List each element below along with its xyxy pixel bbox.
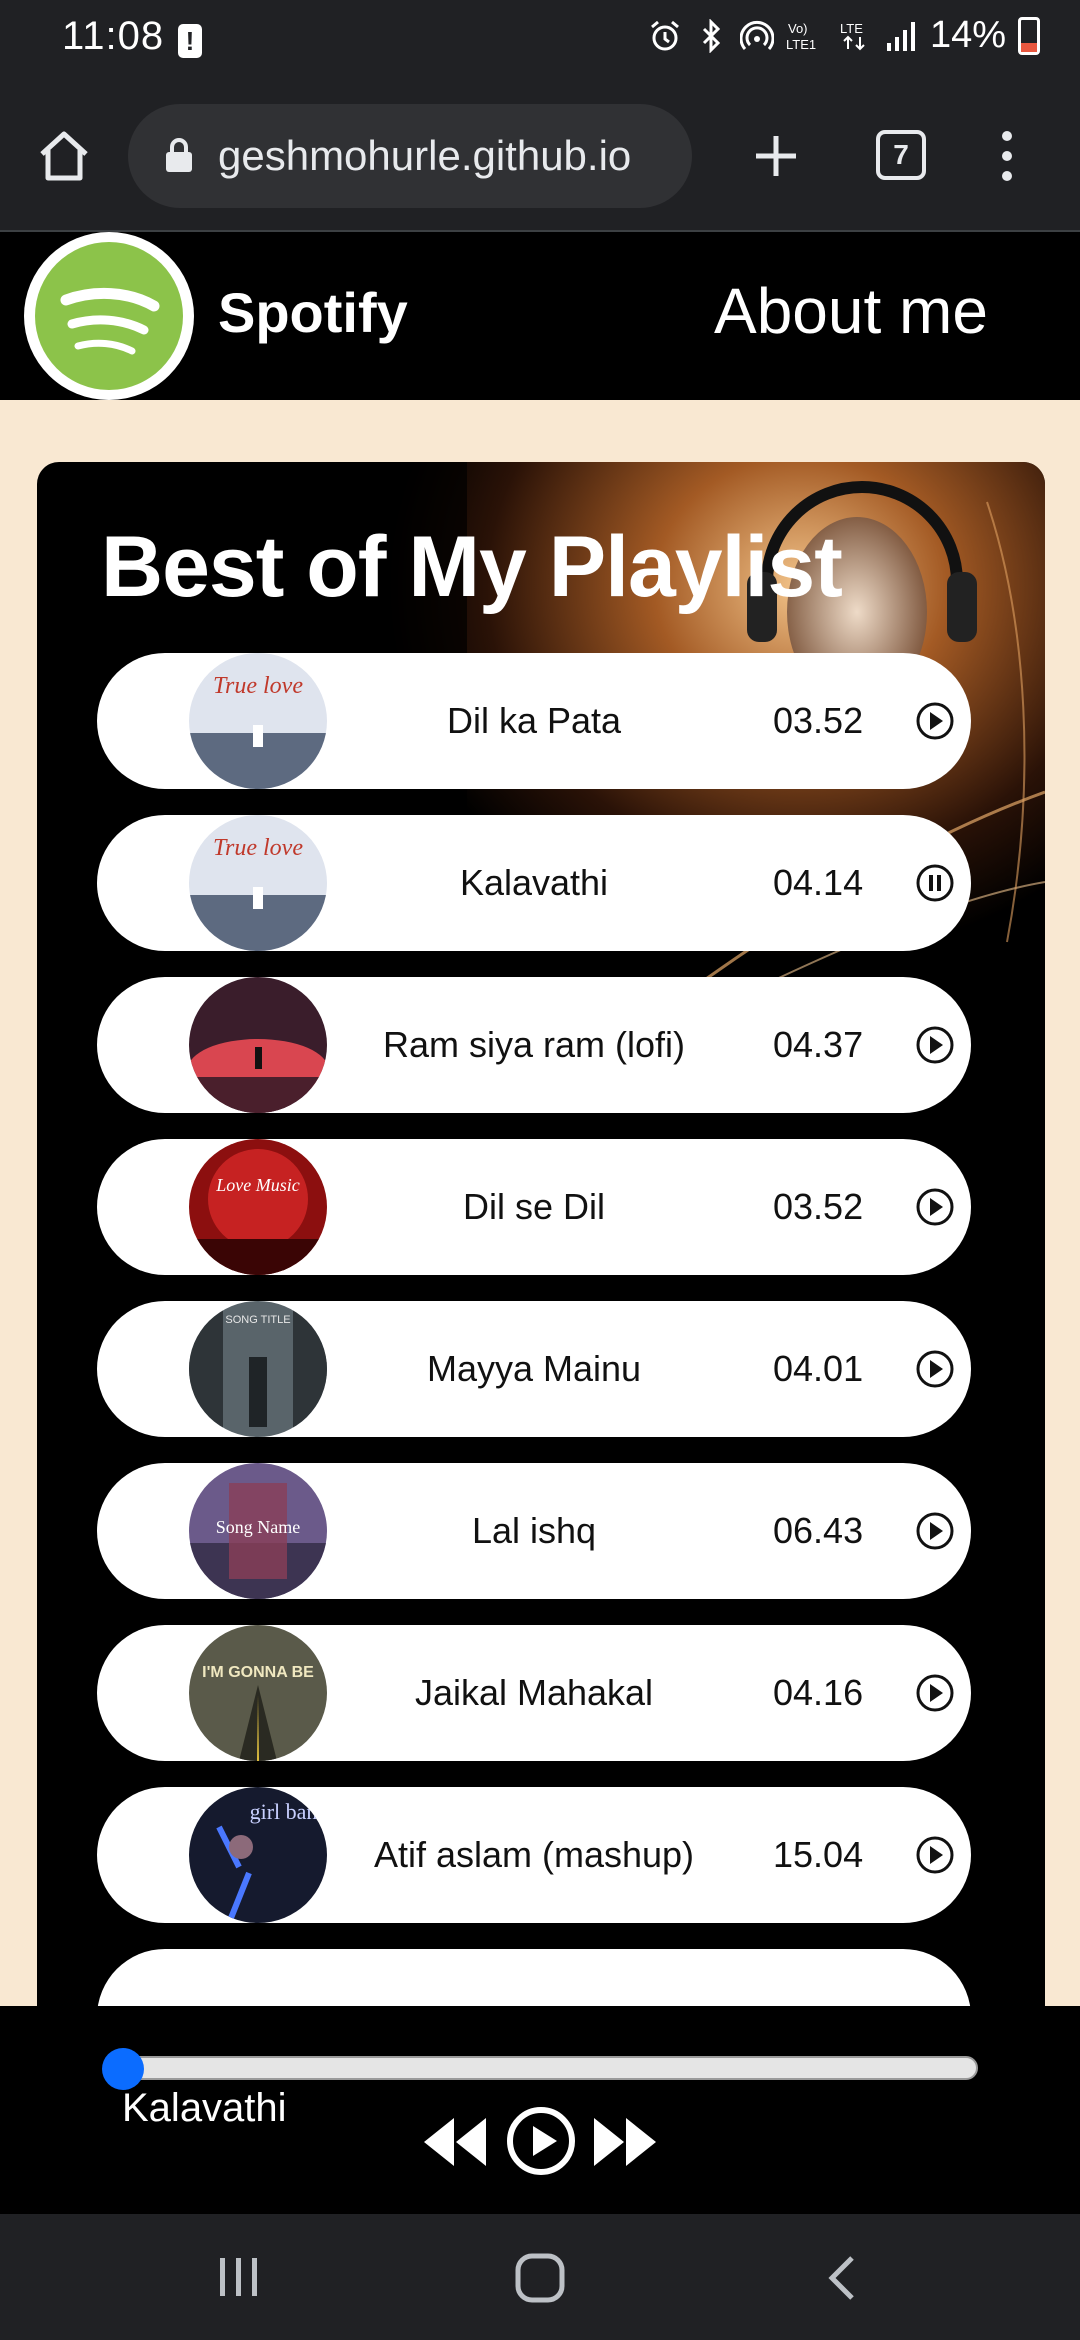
bluetooth-icon	[702, 18, 721, 53]
song-duration: 04.14	[773, 862, 864, 903]
song-row-partial[interactable]	[97, 1949, 971, 2006]
album-text: Love Music	[215, 1175, 299, 1195]
song-duration: 03.52	[773, 1186, 864, 1227]
battery-icon	[1018, 16, 1040, 55]
song-row[interactable]: True love Kalavathi 04.14	[97, 815, 971, 951]
site-header: Spotify About me	[0, 232, 1080, 400]
address-bar[interactable]: geshmohurle.github.io	[128, 104, 692, 208]
browser-toolbar: geshmohurle.github.io 7	[0, 80, 1080, 232]
song-name: Dil ka Pata	[446, 700, 622, 741]
next-icon[interactable]	[590, 2112, 660, 2172]
song-name: Kalavathi	[459, 862, 609, 903]
url-text: geshmohurle.github.io	[218, 132, 632, 179]
battery-percent: 14%	[929, 14, 1006, 56]
album-text: True love	[213, 835, 303, 861]
play-circle-icon[interactable]	[915, 1511, 955, 1551]
album-art: Song Name	[189, 1463, 327, 1599]
svg-text:Vo): Vo)	[788, 21, 808, 36]
album-text: Song Name	[216, 1517, 301, 1537]
song-name: Ram siya ram (lofi)	[382, 1024, 686, 1065]
play-circle-icon[interactable]	[506, 2106, 576, 2176]
screen: 11:08 ! Vo) LTE1 LTE 14% geshmohurle.gith…	[0, 0, 1080, 2340]
album-text: girl band	[250, 1799, 327, 1824]
now-playing-title: Kalavathi	[122, 2086, 287, 2130]
song-name: Dil se Dil	[462, 1186, 605, 1227]
album-text: True love	[213, 673, 303, 699]
lte-icon: LTE	[840, 21, 865, 50]
song-duration: 06.43	[773, 1510, 864, 1551]
song-row[interactable]: True love Dil ka Pata 03.52	[97, 653, 971, 789]
alert-icon: !	[178, 24, 202, 58]
volte-icon: Vo)LTE1	[786, 21, 816, 52]
album-art: True love	[189, 653, 327, 789]
song-row[interactable]: SONG TITLE Mayya Mainu 04.01	[97, 1301, 971, 1437]
system-nav-bar	[0, 2214, 1080, 2340]
play-circle-icon[interactable]	[915, 1025, 955, 1065]
song-row[interactable]: Love Music Dil se Dil 03.52	[97, 1139, 971, 1275]
play-circle-icon[interactable]	[915, 1187, 955, 1227]
progress-thumb[interactable]	[102, 2048, 144, 2090]
song-row[interactable]: Song Name Lal ishq 06.43	[97, 1463, 971, 1599]
spotify-logo-icon	[35, 242, 183, 390]
song-duration: 03.52	[773, 700, 864, 741]
album-art: Love Music	[189, 1139, 327, 1275]
home-icon[interactable]	[34, 126, 94, 186]
svg-text:LTE1: LTE1	[786, 37, 816, 52]
lock-icon	[166, 138, 192, 172]
status-icons: Vo) LTE1 LTE 14%	[648, 14, 1040, 57]
song-row[interactable]: girl band Atif aslam (mashup) 15.04	[97, 1787, 971, 1923]
signal-icon	[886, 21, 915, 51]
playlist-title: Best of My Playlist	[101, 519, 843, 615]
album-art	[189, 977, 327, 1113]
more-menu-icon[interactable]	[992, 124, 1022, 188]
svg-text:LTE: LTE	[840, 21, 863, 36]
play-circle-icon[interactable]	[915, 1835, 955, 1875]
about-me-link[interactable]: About me	[714, 274, 988, 348]
page-content: Best of My Playlist True love Dil ka Pat…	[0, 400, 1080, 2006]
play-circle-icon[interactable]	[915, 701, 955, 741]
play-circle-icon[interactable]	[915, 1673, 955, 1713]
new-tab-icon[interactable]	[746, 126, 806, 186]
song-name: Mayya Mainu	[426, 1348, 642, 1389]
music-player: Kalavathi	[0, 2006, 1080, 2214]
song-duration: 15.04	[773, 1834, 864, 1875]
album-text: I'M GONNA BE	[202, 1664, 314, 1681]
spotify-logo[interactable]	[24, 232, 194, 400]
progress-bar[interactable]	[112, 2056, 978, 2080]
album-art: I'M GONNA BE	[189, 1625, 327, 1761]
song-name: Lal ishq	[471, 1510, 597, 1551]
song-row[interactable]: Ram siya ram (lofi) 04.37	[97, 977, 971, 1113]
alarm-icon	[650, 20, 679, 50]
song-name: Atif aslam (mashup)	[373, 1834, 695, 1875]
recents-icon[interactable]	[214, 2254, 264, 2300]
tab-switcher-button[interactable]: 7	[876, 130, 926, 180]
hotspot-icon	[739, 20, 774, 50]
play-circle-icon[interactable]	[915, 1349, 955, 1389]
song-row[interactable]: I'M GONNA BE Jaikal Mahakal 04.16	[97, 1625, 971, 1761]
back-icon[interactable]	[824, 2254, 860, 2302]
status-bar: 11:08 ! Vo) LTE1 LTE 14%	[0, 0, 1080, 80]
album-text: SONG TITLE	[225, 1314, 290, 1326]
site-brand: Spotify	[218, 281, 408, 344]
status-time: 11:08	[62, 14, 165, 58]
previous-icon[interactable]	[420, 2112, 490, 2172]
song-name: Jaikal Mahakal	[414, 1672, 654, 1713]
song-duration: 04.37	[773, 1024, 864, 1065]
song-duration: 04.01	[773, 1348, 864, 1389]
playlist-card: Best of My Playlist True love Dil ka Pat…	[37, 462, 1045, 2006]
album-art: girl band	[189, 1787, 327, 1923]
pause-circle-icon[interactable]	[915, 863, 955, 903]
song-duration: 04.16	[773, 1672, 864, 1713]
album-art: SONG TITLE	[189, 1301, 327, 1437]
nav-home-icon[interactable]	[514, 2252, 566, 2304]
album-art: True love	[189, 815, 327, 951]
